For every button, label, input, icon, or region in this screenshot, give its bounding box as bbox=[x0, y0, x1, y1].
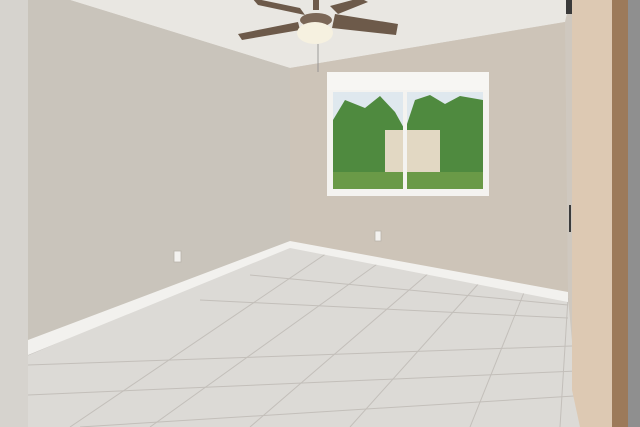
barn-door bbox=[566, 0, 628, 427]
door-edge bbox=[612, 0, 628, 427]
outlet-back-wall bbox=[374, 230, 382, 242]
room-scene bbox=[0, 0, 640, 427]
window-lawn bbox=[333, 172, 483, 189]
right-wall-edge bbox=[628, 0, 640, 427]
window-house bbox=[385, 130, 440, 175]
left-edge-wall bbox=[0, 0, 28, 427]
outlet-left-wall bbox=[173, 250, 182, 263]
window bbox=[327, 72, 489, 196]
fan-light bbox=[297, 22, 333, 44]
